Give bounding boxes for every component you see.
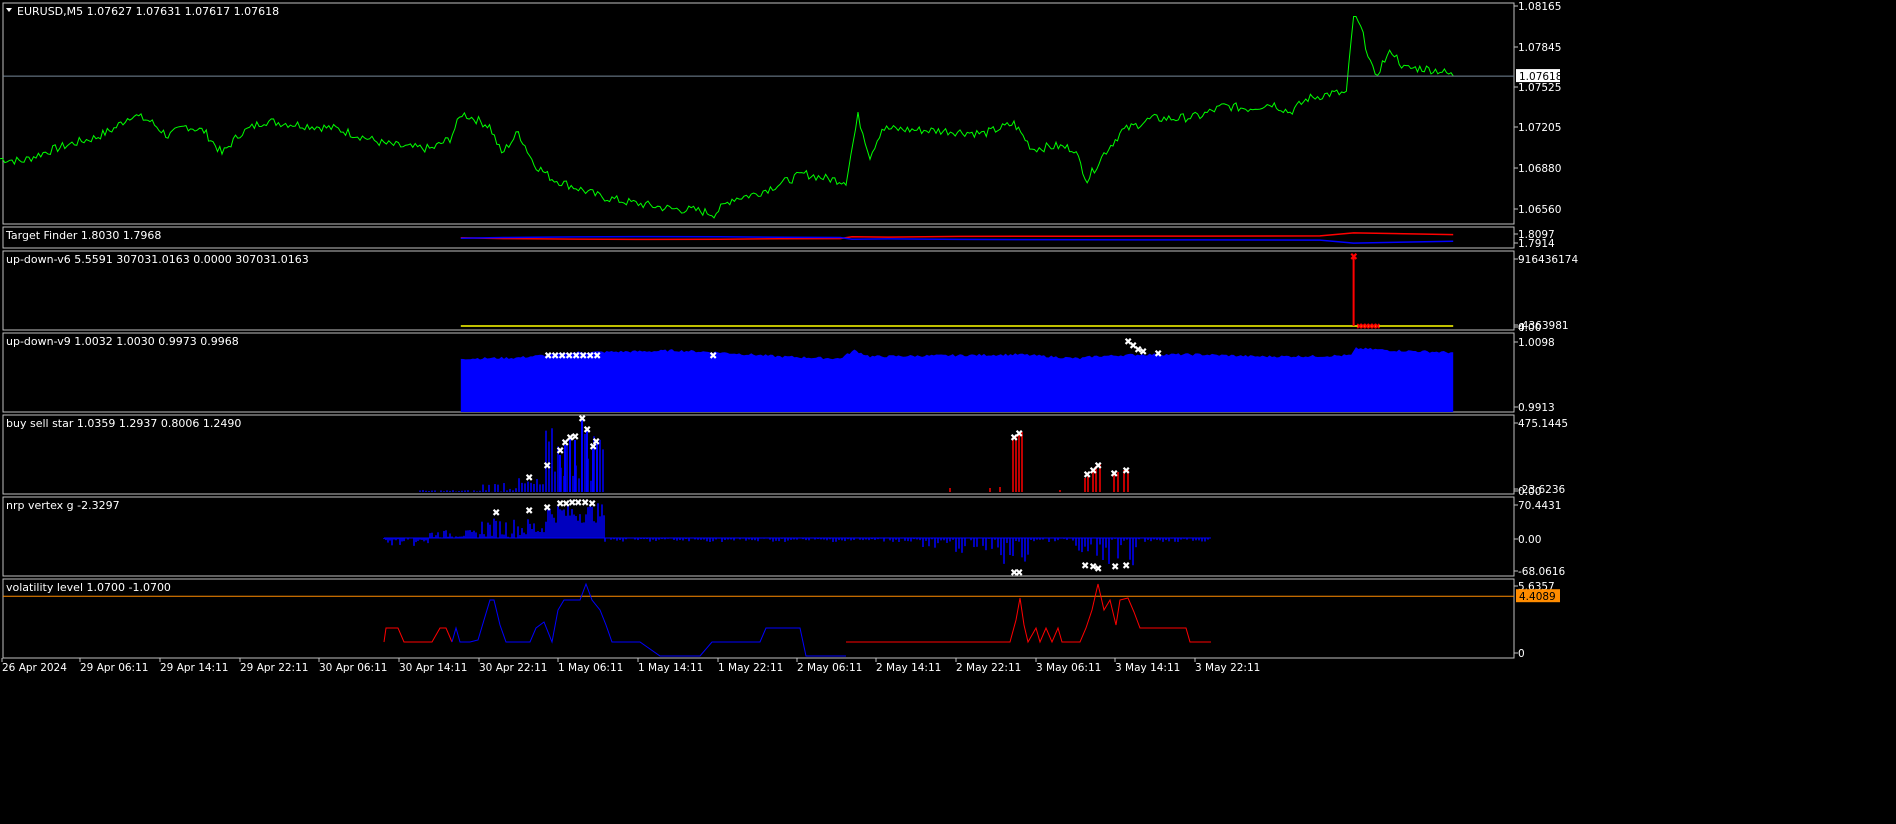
y-tick-label-3-0: 1.0098 bbox=[1518, 337, 1555, 349]
up-down-v6-marker: ✖ bbox=[1374, 322, 1381, 331]
pane-title-4: buy sell star 1.0359 1.2937 0.8006 1.249… bbox=[6, 417, 241, 430]
chart-window[interactable]: ✖ ✖ ✖ ✖ ✖ ✖ ✖ ✖ ✖ ✖ ✖ ✖ ✖ ✖ ✖ ✖ ✖ ✖ ✖ ✖ ✖ ✖ ✖ ✖ ✖ ✖ ✖ ✖ ✖ ✖ ✖ ✖ ✖ ✖ ✖ ✖ ✖ ✖ ✖ ✖… bbox=[0, 0, 1896, 820]
x-tick-label-9: 1 May 22:11 bbox=[718, 662, 783, 674]
x-tick-label-13: 3 May 06:11 bbox=[1036, 662, 1101, 674]
buy-sell-marker: ✖ bbox=[543, 461, 551, 472]
x-tick-label-8: 1 May 14:11 bbox=[638, 662, 703, 674]
up-down-v9-marker: ✖ bbox=[709, 351, 717, 362]
buy-sell-marker: ✖ bbox=[583, 425, 591, 436]
current-price-label: 1.07618 bbox=[1519, 71, 1562, 83]
buy-sell-marker: ✖ bbox=[592, 437, 600, 448]
pane-title-3: up-down-v9 1.0032 1.0030 0.9973 0.9968 bbox=[6, 335, 239, 348]
y-tick-label-4-2: 0.00 bbox=[1518, 486, 1541, 498]
y-tick-label-0-4: 1.06880 bbox=[1518, 163, 1561, 175]
nrp-marker: ✖ bbox=[1111, 562, 1119, 573]
y-tick-label-0-3: 1.07205 bbox=[1518, 122, 1561, 134]
nrp-marker: ✖ bbox=[1094, 564, 1102, 575]
nrp-marker: ✖ bbox=[1015, 568, 1023, 579]
x-tick-label-1: 29 Apr 06:11 bbox=[80, 662, 148, 674]
y-tick-label-1-1: 1.7914 bbox=[1518, 238, 1555, 250]
pane-title-2: up-down-v6 5.5591 307031.0163 0.0000 307… bbox=[6, 253, 309, 266]
x-tick-label-10: 2 May 06:11 bbox=[797, 662, 862, 674]
x-tick-label-3: 29 Apr 22:11 bbox=[240, 662, 308, 674]
x-tick-label-12: 2 May 22:11 bbox=[956, 662, 1021, 674]
y-tick-label-0-5: 1.06560 bbox=[1518, 204, 1561, 216]
y-tick-label-6-1: 0 bbox=[1518, 648, 1525, 660]
y-tick-label-5-2: -68.0616 bbox=[1518, 566, 1566, 578]
buy-sell-marker: ✖ bbox=[1122, 466, 1130, 477]
nrp-marker: ✖ bbox=[525, 506, 533, 517]
volatility-level-label: 4.4089 bbox=[1519, 591, 1556, 603]
pane-title-5: nrp vertex g -2.3297 bbox=[6, 499, 120, 512]
up-down-v9-marker: ✖ bbox=[1139, 347, 1147, 358]
y-tick-label-2-0: 916436174 bbox=[1518, 254, 1578, 266]
y-tick-label-2-3: 0.00 bbox=[1518, 322, 1541, 334]
y-tick-label-3-1: 0.9913 bbox=[1518, 402, 1555, 414]
x-tick-label-7: 1 May 06:11 bbox=[558, 662, 623, 674]
up-down-v9-marker: ✖ bbox=[1154, 349, 1162, 360]
y-tick-label-0-0: 1.08165 bbox=[1518, 1, 1561, 13]
buy-sell-marker: ✖ bbox=[571, 432, 579, 443]
up-down-v6-top-marker: ✖ bbox=[1350, 252, 1358, 263]
x-tick-label-6: 30 Apr 22:11 bbox=[479, 662, 547, 674]
x-tick-label-15: 3 May 22:11 bbox=[1195, 662, 1260, 674]
y-tick-label-4-0: 475.1445 bbox=[1518, 418, 1568, 430]
nrp-marker: ✖ bbox=[1122, 561, 1130, 572]
pane-title-0: EURUSD,M5 1.07627 1.07631 1.07617 1.0761… bbox=[17, 5, 279, 18]
pane-title-1: Target Finder 1.8030 1.7968 bbox=[5, 229, 161, 242]
pane-title-6: volatility level 1.0700 -1.0700 bbox=[6, 581, 171, 594]
up-down-v9-marker: ✖ bbox=[593, 351, 601, 362]
x-tick-label-2: 29 Apr 14:11 bbox=[160, 662, 228, 674]
x-tick-label-14: 3 May 14:11 bbox=[1115, 662, 1180, 674]
mt4-chart[interactable]: ✖✖✖✖✖✖✖✖✖✖✖✖✖✖✖ ✖✖✖✖✖ ✖✖✖✖✖✖✖✖✖✖✖ ✖✖✖✖✖✖ ✖✖ ✖… bbox=[0, 0, 1896, 820]
buy-sell-marker: ✖ bbox=[1094, 461, 1102, 472]
nrp-marker: ✖ bbox=[543, 503, 551, 514]
buy-sell-marker: ✖ bbox=[525, 473, 533, 484]
y-tick-label-0-1: 1.07845 bbox=[1518, 42, 1561, 54]
nrp-marker: ✖ bbox=[588, 499, 596, 510]
x-tick-label-11: 2 May 14:11 bbox=[876, 662, 941, 674]
y-tick-label-5-0: 70.4431 bbox=[1518, 500, 1561, 512]
buy-sell-marker: ✖ bbox=[1015, 429, 1023, 440]
buy-sell-marker: ✖ bbox=[1110, 469, 1118, 480]
buy-sell-marker: ✖ bbox=[578, 414, 586, 425]
y-tick-label-0-2: 1.07525 bbox=[1518, 82, 1561, 94]
nrp-marker: ✖ bbox=[492, 508, 500, 519]
x-tick-label-0: 26 Apr 2024 bbox=[2, 662, 67, 674]
x-tick-label-4: 30 Apr 06:11 bbox=[319, 662, 387, 674]
y-tick-label-5-1: 0.00 bbox=[1518, 534, 1541, 546]
x-tick-label-5: 30 Apr 14:11 bbox=[399, 662, 467, 674]
